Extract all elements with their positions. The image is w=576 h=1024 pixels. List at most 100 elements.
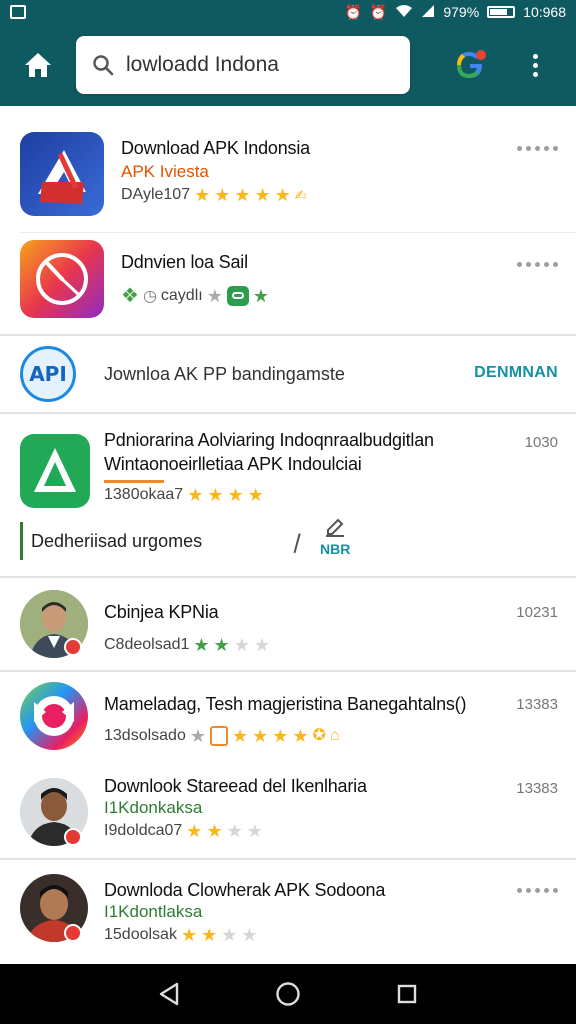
star-half-icon: ✍ (294, 187, 307, 203)
item-meta: I9doldca07 ★ ★ ★ ★ (104, 822, 263, 840)
item-meta-text: caydlı (160, 287, 203, 304)
recents-icon[interactable] (396, 983, 418, 1005)
star-icon: ★ (252, 726, 269, 746)
item-count: 13383 (516, 696, 558, 713)
star-icon: ★ (253, 635, 270, 655)
item-title: Downloda Clowherak APK Sodoona (104, 880, 386, 900)
app-bar: lowloadd Indona (0, 24, 576, 106)
item-meta-text: I9doldca07 (104, 822, 183, 839)
record-badge-icon (64, 828, 82, 846)
star-icon: ★ (231, 726, 249, 746)
item-title: Mameladag, Tesh magjeristina Banegahtaln… (104, 694, 467, 714)
clock: 10:968 (523, 4, 566, 20)
star-icon: ★ (233, 635, 250, 655)
tag-chip[interactable]: Dedheriisad urgomes (20, 522, 300, 560)
star-icon: ★ (187, 485, 204, 505)
status-icons: ⏰ ⏰ 979% 10:968 (344, 4, 566, 20)
new-label: NBR (320, 541, 351, 557)
item-more-button[interactable] (517, 262, 558, 267)
item-more-button[interactable] (517, 146, 558, 151)
search-query: lowloadd Indona (126, 53, 279, 76)
item-more-button[interactable] (517, 888, 558, 893)
sim-card-icon (10, 5, 26, 19)
badge-icon: ❖ (121, 285, 139, 307)
tag-section: Dedheriisad urgomes NBR (0, 514, 576, 574)
list-item[interactable]: Downloda Clowherak APK Sodoona I1Kdontla… (0, 860, 576, 960)
promo-banner[interactable]: API Jownloa AK PP bandingamste DENMNAN (0, 336, 576, 412)
star-icon: ★ (246, 821, 263, 841)
star-icon: ★ (214, 185, 231, 205)
star-icon: ★ (206, 286, 223, 306)
item-title-line2: Wintaonoeirlletiaa APK Indoulciai (104, 454, 362, 474)
star-icon: ★ (234, 185, 251, 205)
apk-app-icon (20, 132, 104, 216)
bulb-icon: ✪ (312, 727, 326, 744)
star-icon: ★ (193, 635, 210, 655)
item-title: Cbinjea KPNia (104, 602, 219, 622)
signal-icon (421, 4, 435, 20)
list-item[interactable]: Mameladag, Tesh magjeristina Banegahtaln… (0, 672, 576, 764)
search-icon (93, 55, 114, 76)
divider (20, 232, 576, 233)
alarm-icon: ⏰ (344, 4, 362, 20)
battery-percent: 979% (443, 4, 480, 20)
clock-icon: ◷ (142, 288, 157, 305)
progress-underline (104, 480, 164, 483)
record-badge-icon (64, 924, 82, 942)
star-icon: ★ (189, 726, 206, 746)
star-icon: ★ (213, 635, 230, 655)
download-button[interactable]: DENMNAN (474, 364, 558, 382)
item-meta-text: 1380okaa7 (104, 486, 184, 503)
home-button[interactable] (0, 24, 76, 106)
item-meta-text: 13dsolsado (104, 727, 186, 744)
overflow-menu-button[interactable] (530, 53, 540, 77)
star-icon: ★ (226, 821, 243, 841)
star-icon: ★ (274, 185, 291, 205)
item-meta-text: DAyle107 (121, 186, 191, 203)
search-input[interactable]: lowloadd Indona (76, 36, 410, 94)
star-icon: ★ (186, 821, 203, 841)
list-item[interactable]: Ddnvien loa Sail ❖ ◷ caydlı ★ ★ (0, 234, 576, 334)
alarm-icon-2: ⏰ (369, 4, 388, 20)
item-count: 1030 (524, 434, 558, 451)
item-count: 13383 (516, 780, 558, 797)
google-icon[interactable] (452, 47, 488, 83)
star-icon: ★ (254, 185, 271, 205)
back-icon[interactable] (158, 982, 180, 1006)
edit-pencil-icon (326, 518, 345, 537)
tag-label: Dedheriisad urgomes (31, 530, 203, 551)
list-item[interactable]: Download APK Indonsia APK Iviesta DAyle1… (0, 106, 576, 226)
list-item[interactable]: Cbinjea KPNia C8deolsad1 ★ ★ ★ ★ 10231 (0, 578, 576, 670)
home-small-icon: ⌂ (329, 727, 340, 744)
list-item[interactable]: Pdniorarina Aolviaring Indoqnraalbudgitl… (0, 414, 576, 514)
item-subtitle: I1Kdontlaksa (104, 902, 203, 921)
more-vert-icon (532, 53, 538, 59)
star-icon: ★ (206, 821, 223, 841)
system-nav-bar (0, 964, 576, 1024)
star-icon: ★ (227, 485, 244, 505)
item-meta: DAyle107 ★ ★ ★ ★ ★ ✍ (121, 186, 307, 204)
star-icon: ★ (194, 185, 211, 205)
list-item[interactable]: Downlook Stareead del Ikenlharia I1Kdonk… (0, 766, 576, 860)
status-bar: ⏰ ⏰ 979% 10:968 (0, 0, 576, 24)
star-icon: ★ (241, 925, 258, 945)
colorful-app-icon (20, 682, 88, 750)
item-title-line1: Pdniorarina Aolviaring Indoqnraalbudgitl… (104, 430, 434, 450)
record-badge-icon (64, 638, 82, 656)
delta-app-icon (20, 434, 90, 508)
item-meta: 15doolsak ★ ★ ★ ★ (104, 926, 258, 944)
home-circle-icon[interactable] (275, 981, 301, 1007)
home-icon (25, 53, 51, 77)
chat-icon (226, 286, 249, 306)
gauge-app-icon (20, 240, 104, 318)
item-meta: 1380okaa7 ★ ★ ★ ★ (104, 486, 264, 504)
item-meta: ❖ ◷ caydlı ★ ★ (121, 286, 269, 306)
item-meta-text: C8deolsad1 (104, 636, 190, 653)
wifi-icon (395, 4, 413, 20)
new-button[interactable]: NBR (320, 518, 350, 557)
star-icon: ★ (292, 726, 309, 746)
star-icon: ★ (201, 925, 218, 945)
star-icon: ★ (272, 726, 289, 746)
star-icon: ★ (221, 925, 238, 945)
item-title: Download APK Indonsia (121, 138, 310, 158)
